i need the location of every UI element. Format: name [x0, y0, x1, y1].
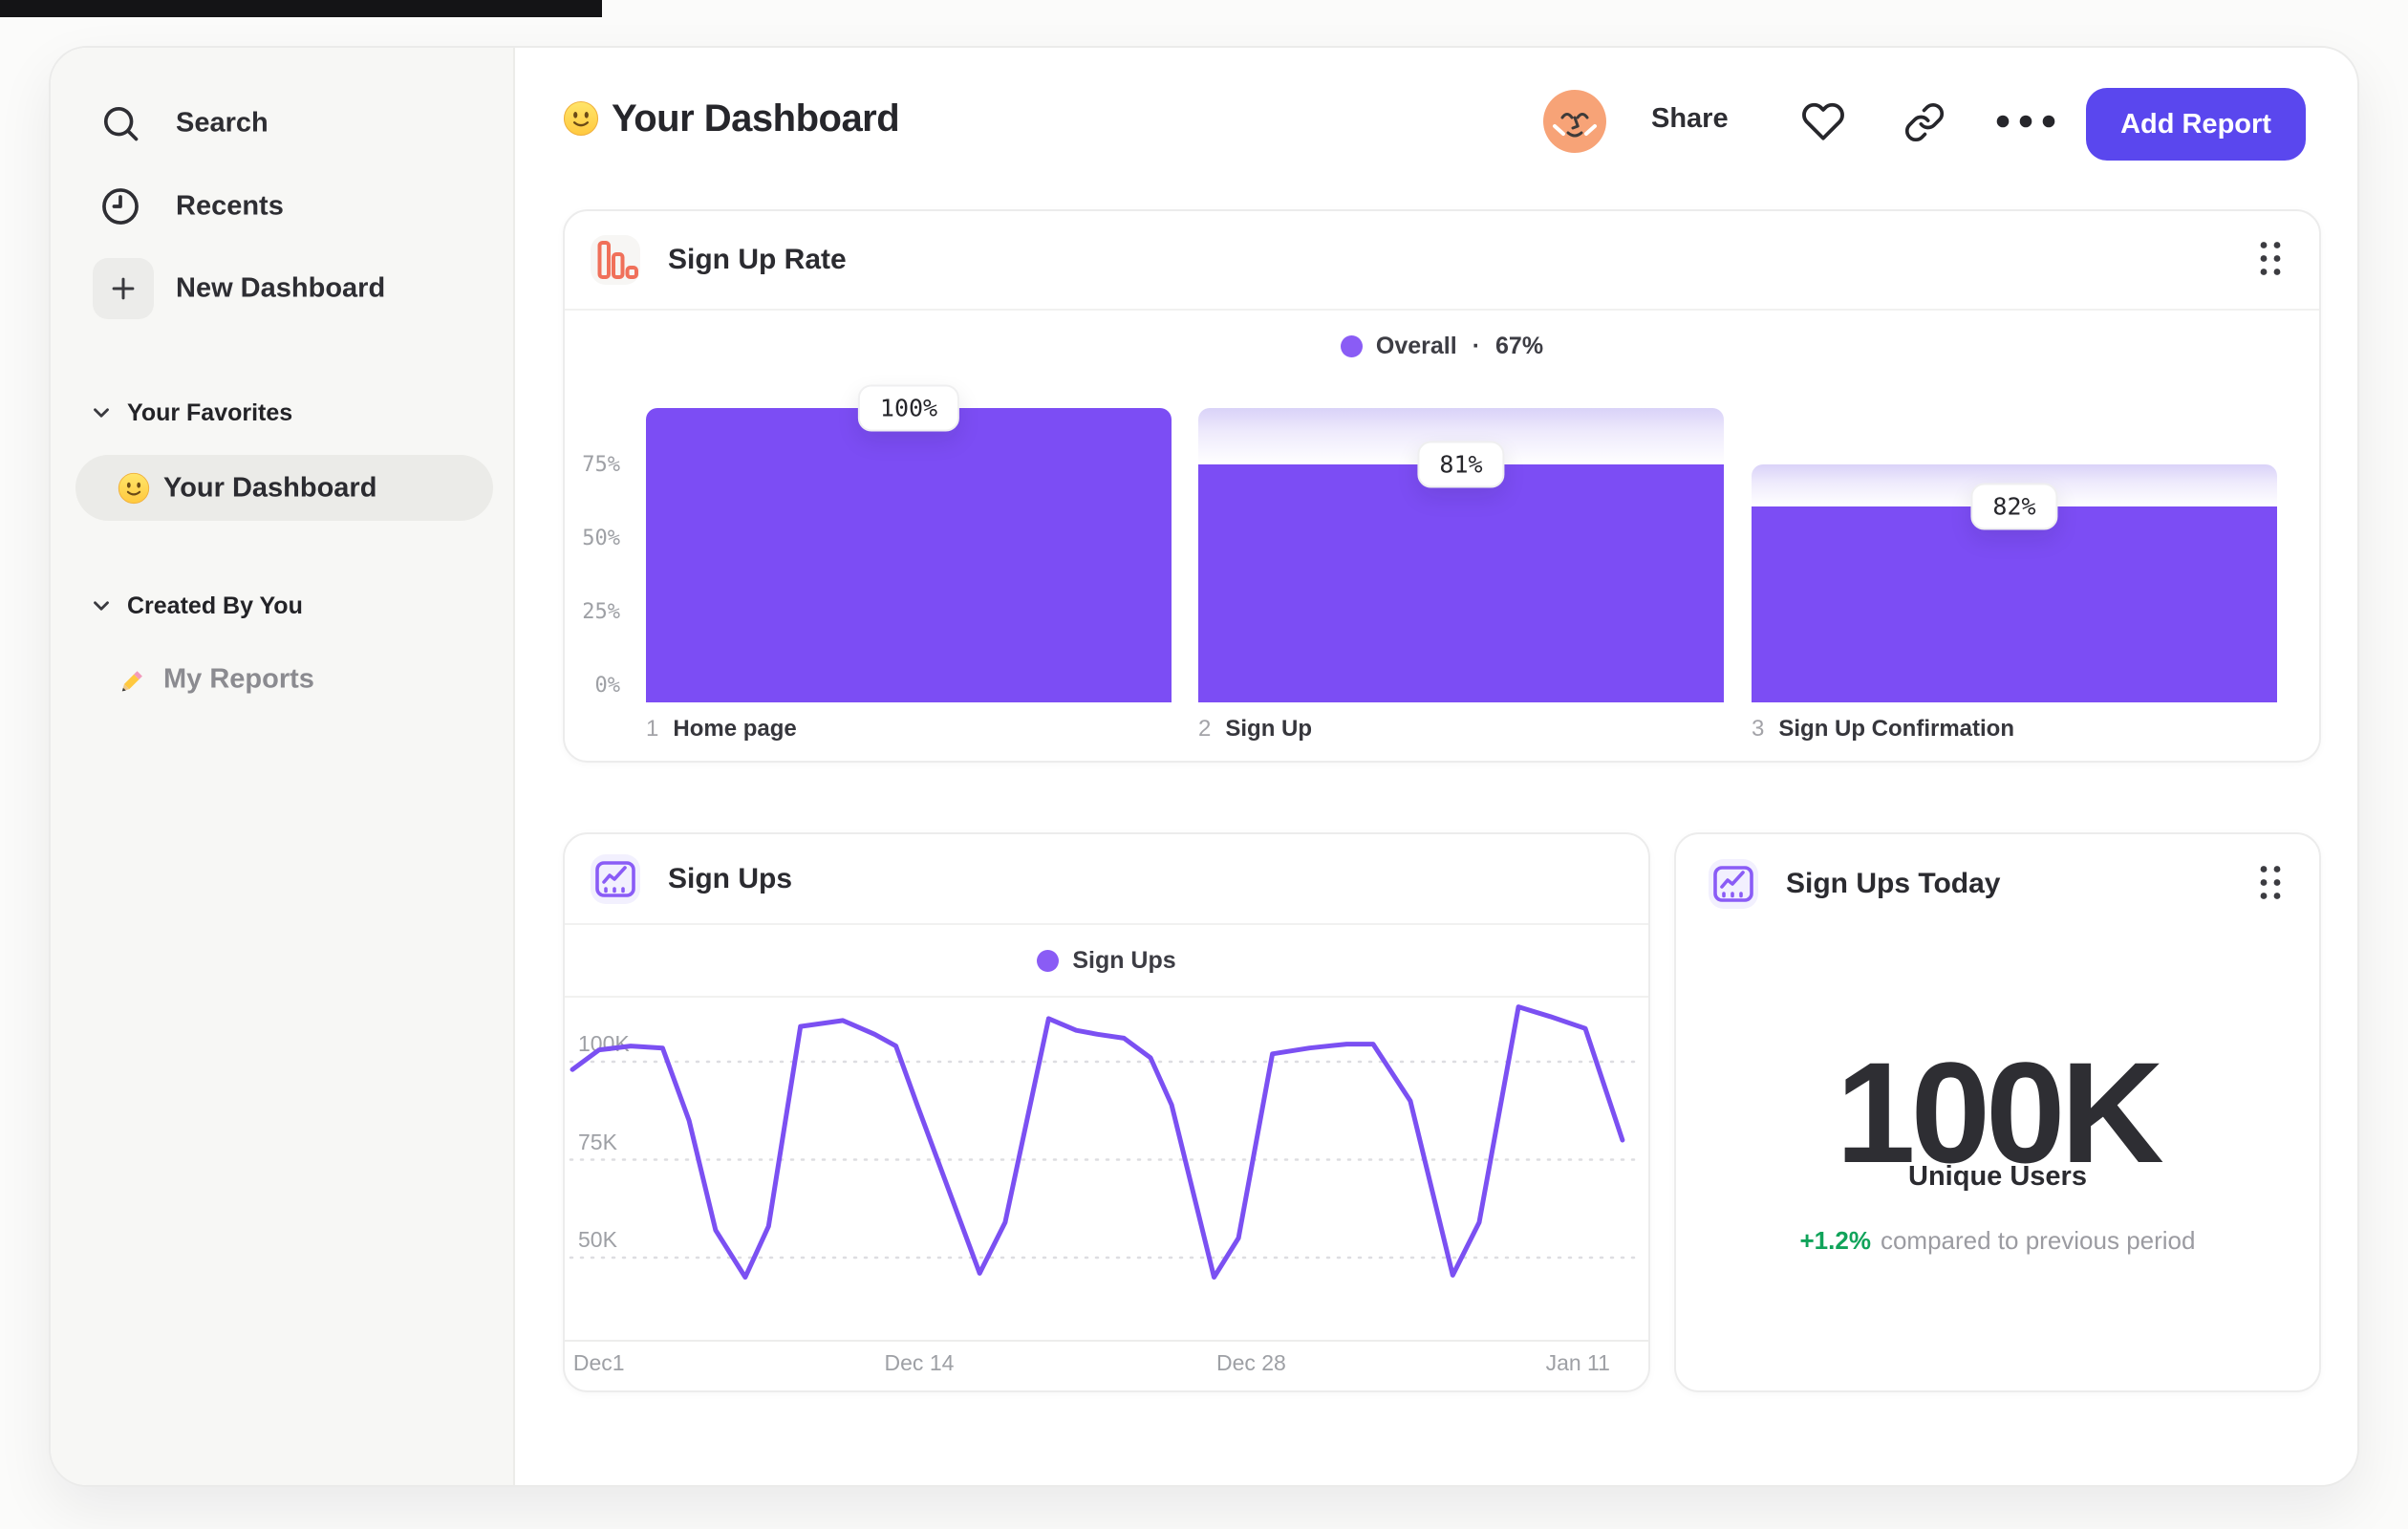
line-chart-svg	[569, 1004, 1645, 1280]
copy-link-button[interactable]	[1903, 101, 1946, 146]
funnel-step-name: Home page	[673, 716, 797, 742]
sidebar-item-label: Search	[176, 107, 269, 139]
funnel-step-name: Sign Up	[1225, 716, 1313, 742]
share-button[interactable]: Share	[1651, 103, 1729, 135]
y-axis-tick-label: 25%	[582, 600, 620, 624]
pencil-emoji-icon	[121, 671, 142, 692]
drag-handle-icon[interactable]	[2254, 860, 2287, 909]
funnel-step-name: Sign Up Confirmation	[1778, 716, 2015, 742]
funnel-value-tooltip: 82%	[1970, 483, 2058, 530]
sidebar-item-label: Recents	[176, 190, 284, 222]
y-axis-tick-label: 75%	[582, 453, 620, 477]
sidebar-section-your-favorites[interactable]: Your Favorites	[89, 396, 292, 430]
dashboard-smiley-emoji-icon	[563, 100, 599, 137]
funnel-step-label: 2 Sign Up	[1198, 716, 1312, 743]
funnel-step-label: 3 Sign Up Confirmation	[1752, 716, 2014, 743]
funnel-step-number: 2	[1198, 716, 1212, 742]
sign-ups-line	[570, 1004, 1625, 1280]
funnel-bar[interactable]	[646, 408, 1172, 702]
y-axis-tick-label: 0%	[594, 674, 621, 698]
sidebar-item-label: New Dashboard	[176, 272, 386, 304]
card-title: Sign Ups Today	[1786, 868, 2001, 899]
stat-delta: +1.2% compared to previous period	[1676, 1226, 2319, 1256]
sidebar-section-created-by-you[interactable]: Created By You	[89, 589, 303, 623]
x-axis-tick-label: Jan 11	[1545, 1350, 1610, 1375]
x-axis-tick-label: Dec 28	[1215, 1350, 1286, 1375]
funnel-step-number: 3	[1752, 716, 1765, 742]
page-title: Your Dashboard	[612, 97, 900, 140]
sidebar-item-my-reports[interactable]: My Reports	[75, 647, 493, 712]
delta-caption: compared to previous period	[1880, 1226, 2196, 1255]
section-title: Created By You	[127, 592, 303, 619]
y-axis-tick-label: 50%	[582, 527, 620, 550]
more-options-button[interactable]	[1994, 113, 2057, 133]
sidebar-item-new-dashboard[interactable]: New Dashboard	[51, 258, 513, 319]
sidebar: Search Recents New Dashboard Your Favori…	[51, 48, 515, 1485]
funnel-step-label: 1 Home page	[646, 716, 797, 743]
x-axis-tick-label: Dec1	[572, 1350, 625, 1375]
chevron-down-icon	[94, 408, 109, 418]
x-axis-tick-label: Dec 14	[884, 1350, 955, 1375]
app-window: Search Recents New Dashboard Your Favori…	[49, 46, 2359, 1487]
sign-ups-chart: 100K 75K 50K Dec1 Dec 14 Dec 28 Jan 11	[565, 834, 1648, 1390]
funnel-value-tooltip: 100%	[857, 384, 960, 432]
user-avatar[interactable]	[1543, 90, 1606, 153]
sidebar-item-recents[interactable]: Recents	[51, 176, 513, 237]
stat-label: Unique Users	[1908, 1161, 2087, 1192]
sidebar-item-your-dashboard[interactable]: Your Dashboard	[75, 455, 493, 521]
delta-percentage: +1.2%	[1799, 1226, 1871, 1255]
sidebar-item-label: Your Dashboard	[163, 472, 377, 503]
section-title: Your Favorites	[127, 398, 293, 426]
sign-ups-card: Sign Ups Sign Ups 100K 75K 50K Dec1 Dec 14 De…	[563, 832, 1650, 1392]
funnel-value-tooltip: 81%	[1417, 441, 1505, 488]
funnel-step-number: 1	[646, 716, 659, 742]
clock-icon	[102, 188, 139, 225]
card-header: Sign Ups Today	[1676, 834, 2319, 934]
sign-up-rate-card: Sign Up Rate Overall · 67% 75% 50% 25% 0…	[563, 209, 2321, 763]
ellipsis-icon	[1996, 115, 2055, 128]
plus-icon	[93, 258, 154, 319]
background-window-remnant	[0, 0, 602, 17]
funnel-bar[interactable]	[1752, 506, 2277, 702]
sidebar-item-search[interactable]: Search	[51, 93, 513, 154]
favorite-button[interactable]	[1801, 99, 1845, 146]
sign-ups-today-card: Sign Ups Today 100K Unique Users +1.2% co…	[1674, 832, 2321, 1392]
add-report-button[interactable]: Add Report	[2086, 88, 2306, 161]
screen: Search Recents New Dashboard Your Favori…	[0, 0, 2408, 1529]
line-chart-icon	[1709, 859, 1758, 909]
link-icon	[1904, 102, 1945, 142]
funnel-bar[interactable]	[1198, 463, 1724, 702]
heart-icon	[1802, 102, 1844, 140]
smiley-emoji-icon	[118, 472, 150, 505]
main-content: Your Dashboard Share Add Report Sign Up …	[515, 48, 2357, 1485]
funnel-chart: 75% 50% 25% 0% 100% 1 Home page 81% 2 Sign Up 82% 3…	[565, 211, 2319, 761]
search-icon	[103, 106, 139, 141]
chevron-down-icon	[94, 601, 109, 611]
sidebar-item-label: My Reports	[163, 663, 314, 695]
